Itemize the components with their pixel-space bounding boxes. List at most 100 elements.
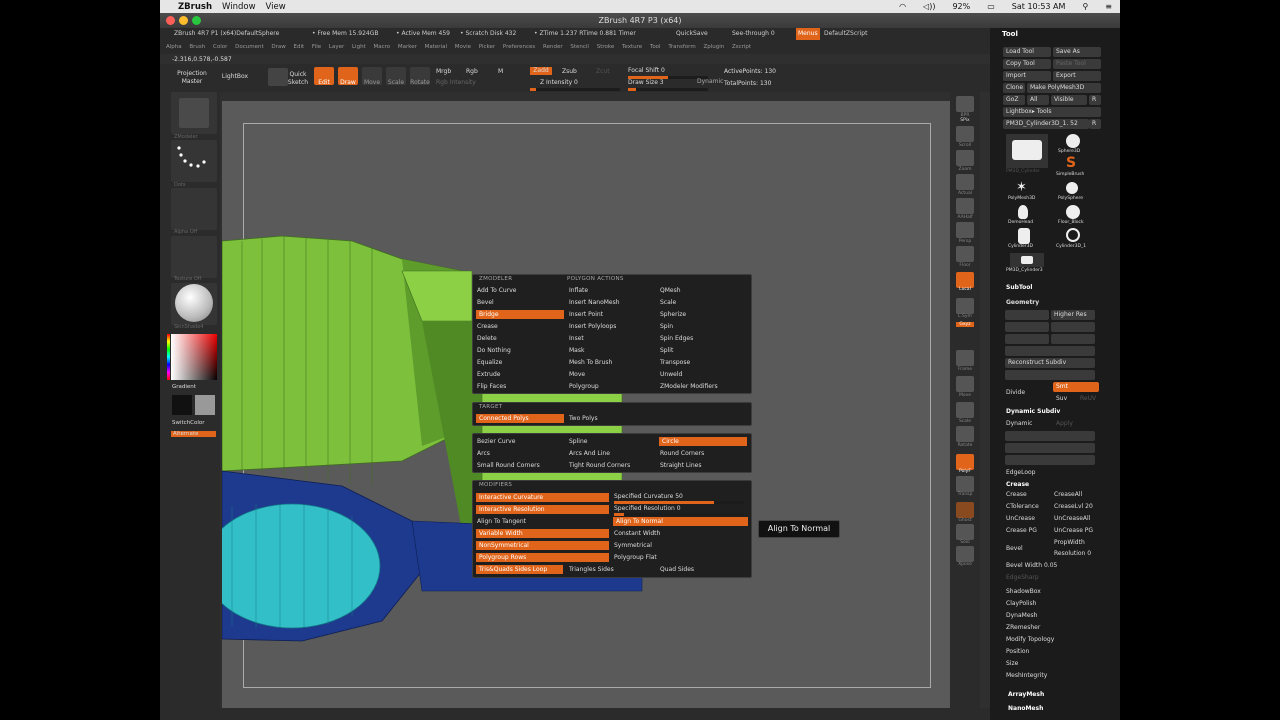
default-zscript-button[interactable]: DefaultZScript [824,28,867,40]
del-higher-button[interactable] [1051,334,1095,344]
secondary-color-swatch[interactable] [195,395,215,415]
tool-thumb-floor-block[interactable] [1066,205,1080,219]
action-item[interactable]: Inflate [569,286,588,295]
ctolerance-slider[interactable]: CTolerance [1006,503,1039,510]
lightbox-tools-button[interactable]: Lightbox▸ Tools [1003,107,1101,117]
dynamic-toggle[interactable]: Dynamic [1006,420,1032,427]
creasepg-button[interactable]: Crease PG [1006,527,1037,534]
copy-tool-button[interactable]: Copy Tool [1003,59,1051,69]
action-item[interactable]: Bevel [477,298,494,307]
rgb-intensity-slider[interactable]: Rgb Intensity [436,79,476,87]
action-item[interactable]: Insert Polyloops [569,322,616,331]
zoom-button[interactable] [192,16,201,25]
switchcolor-button[interactable]: SwitchColor [172,420,205,426]
shadowbox-section[interactable]: ShadowBox [1006,588,1041,595]
tool-thumb-demohead[interactable] [1018,205,1028,219]
zadd-button[interactable]: Zadd [530,67,552,75]
menu-item[interactable]: Render [543,44,563,50]
tool-thumb-cylinder3d-1[interactable] [1066,228,1080,242]
tool-thumb-pm3d-cylinder3[interactable] [1010,253,1044,267]
dynamic-subdiv-sliders[interactable] [1005,431,1095,441]
position-section[interactable]: Position [1006,648,1029,655]
uncrease-button[interactable]: UnCrease [1006,515,1035,522]
lower-res-button[interactable] [1005,310,1049,320]
crease-section[interactable]: Crease [1006,481,1029,488]
action-item[interactable]: Equalize [477,358,502,367]
z-intensity-slider[interactable]: Z Intensity 0 [540,79,578,87]
local-icon[interactable] [956,272,974,288]
volume-icon[interactable]: ◁)) [923,2,935,11]
action-item[interactable]: QMesh [660,286,681,295]
draw-size-slider[interactable]: Draw Size 3 [628,79,664,87]
spix-label[interactable]: SPix [950,118,980,123]
edgeloop-section[interactable]: EdgeLoop [1006,469,1036,476]
zmodeler-modifiers-item[interactable]: ZModeler Modifiers [660,382,718,391]
rotate-button[interactable]: Rotate [410,67,430,86]
main-color-swatch[interactable] [172,395,192,415]
battery-label[interactable]: 92% [952,2,970,11]
current-tool-slider[interactable]: PM3D_Cylinder3D_1. 52 [1003,119,1089,129]
menu-item[interactable]: Preferences [503,44,535,50]
modifier-item[interactable]: Align To Tangent [477,517,526,526]
menu-item[interactable]: Document [235,44,264,50]
polymesh-star-icon[interactable]: ✶ [1016,180,1027,195]
alpha-selector[interactable] [171,188,217,230]
target-item-selected[interactable]: Connected Polys [476,414,564,423]
edit-button[interactable]: Edit [314,67,334,86]
tool-thumb-cylinder3d[interactable] [1018,228,1030,244]
z-intensity-track[interactable] [530,88,620,91]
action-item[interactable]: Insert NanoMesh [569,298,620,307]
action-item[interactable]: Polygroup [569,382,599,391]
modifier-item[interactable]: Polygroup Flat [614,553,657,562]
modifier-item[interactable]: Triangles Sides [569,565,614,574]
smt-toggle[interactable]: Smt [1053,382,1099,392]
uncreasepg-button[interactable]: UnCrease PG [1054,527,1093,534]
modifier-item-selected[interactable]: Align To Normal [613,517,748,526]
mrgb-button[interactable]: Mrgb [436,68,451,76]
gxyz-button[interactable]: Gxyz [956,322,974,327]
divide-button[interactable]: Divide [1006,389,1025,396]
menu-item[interactable]: Draw [271,44,285,50]
tool-thumb-polysphere[interactable] [1066,182,1078,194]
action-item[interactable]: Spin [660,322,673,331]
alternate-button[interactable]: Alternate [171,431,216,437]
menus-button[interactable]: Menus [796,28,820,40]
curve-item[interactable]: Arcs And Line [569,449,610,458]
nanomesh-section[interactable]: NanoMesh [1008,705,1043,712]
bpr-icon[interactable] [956,96,974,112]
convert-bpr-button[interactable] [1005,370,1095,380]
quicksave-button[interactable]: QuickSave [676,28,708,40]
menu-item[interactable]: Movie [455,44,471,50]
curve-item[interactable]: Bezier Curve [477,437,515,446]
bevel-button[interactable]: Bevel [1006,545,1023,552]
modify-topology-section[interactable]: Modify Topology [1006,636,1054,643]
menu-item[interactable]: Brush [189,44,205,50]
creaselvl-slider[interactable]: CreaseLvl 20 [1054,503,1093,510]
dynamic-subdiv-section[interactable]: Dynamic Subdiv [1006,408,1060,415]
resolution-track[interactable] [614,513,744,516]
app-menu[interactable]: ZBrush [178,2,212,12]
modifier-item-selected[interactable]: Interactive Resolution [476,505,609,514]
meshintegrity-section[interactable]: MeshIntegrity [1006,672,1047,679]
hue-strip[interactable] [167,334,170,380]
zremesher-section[interactable]: ZRemesher [1006,624,1040,631]
make-polymesh-button[interactable]: Make PolyMesh3D [1027,83,1101,93]
zcut-button[interactable]: Zcut [596,68,610,76]
modifier-item[interactable]: Quad Sides [660,565,694,574]
curve-item[interactable]: Straight Lines [660,461,701,470]
menu-item[interactable]: Stencil [570,44,589,50]
curve-item[interactable]: Round Corners [660,449,704,458]
action-item[interactable]: Insert Point [569,310,603,319]
actual-icon[interactable] [956,174,974,190]
polyf-icon[interactable] [956,454,974,470]
material-selector[interactable] [171,283,217,325]
action-item[interactable]: Move [569,370,585,379]
tool-thumb-cylinder[interactable] [1006,134,1048,168]
menu-item[interactable]: File [312,44,321,50]
specified-resolution-slider[interactable]: Specified Resolution 0 [614,504,681,513]
move-icon[interactable] [956,376,974,392]
action-item[interactable]: Add To Curve [477,286,516,295]
menu-item[interactable]: Alpha [166,44,182,50]
specified-curvature-slider[interactable]: Specified Curvature 50 [614,492,683,501]
scale-icon[interactable] [956,402,974,418]
